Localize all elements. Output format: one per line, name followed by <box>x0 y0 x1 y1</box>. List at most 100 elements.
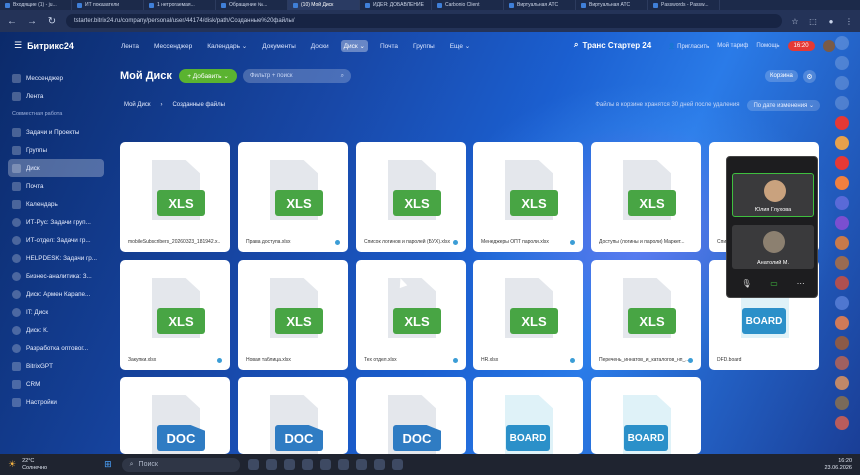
weather-widget[interactable]: 22°C Солнечно <box>22 458 102 472</box>
app-icon[interactable] <box>355 459 367 470</box>
topnav-item[interactable]: Почта <box>377 41 401 52</box>
app-icon[interactable] <box>247 459 259 470</box>
app-icon[interactable] <box>319 459 331 470</box>
microphone-icon[interactable]: 🎙 <box>741 279 751 288</box>
browser-tab[interactable]: (10) Мой Диск <box>288 0 360 10</box>
search-icon[interactable]: ⌕ <box>574 40 578 50</box>
contact-avatar[interactable] <box>834 136 849 150</box>
sidebar-item[interactable]: Диск <box>8 159 104 177</box>
app-icon[interactable] <box>391 459 403 470</box>
invite-button[interactable]: 👤 Пригласить <box>668 43 709 50</box>
call-participant-tile[interactable]: Анатолий М. <box>732 225 814 269</box>
back-icon[interactable]: ← <box>6 15 18 27</box>
topnav-item[interactable]: Календарь ⌄ <box>204 40 250 52</box>
file-card[interactable]: DOC <box>238 377 348 454</box>
contact-avatar[interactable] <box>834 176 849 190</box>
app-icon[interactable] <box>283 459 295 470</box>
topnav-item[interactable]: Доски <box>308 41 332 52</box>
screen-share-icon[interactable]: ▭ <box>770 279 778 288</box>
app-logo[interactable]: ☰ Битрикс24 <box>14 40 74 51</box>
sidebar-item[interactable]: IT: Диск <box>8 303 104 321</box>
app-icon[interactable] <box>265 459 277 470</box>
contact-avatar[interactable] <box>834 196 849 210</box>
reload-icon[interactable]: ↻ <box>46 15 58 27</box>
file-card[interactable]: XLS mobileSubscribers_20260323_181942.x..… <box>120 142 230 252</box>
browser-tab[interactable]: ИТ показатели <box>72 0 144 10</box>
trash-button[interactable]: Корзина <box>765 70 798 82</box>
file-card[interactable]: DOC <box>356 377 466 454</box>
hamburger-icon[interactable]: ☰ <box>14 40 22 51</box>
sidebar-item[interactable]: Мессенджер <box>8 69 104 87</box>
contact-avatar[interactable] <box>834 416 849 430</box>
contact-avatar[interactable] <box>834 376 849 390</box>
sidebar-item[interactable]: Диск: Армен Карапе... <box>8 285 104 303</box>
contact-avatar[interactable] <box>834 236 849 250</box>
sidebar-item[interactable]: Настройки <box>8 393 104 411</box>
breadcrumb-item[interactable]: Созданные файлы <box>172 102 224 108</box>
sidebar-item[interactable]: Лента <box>8 87 104 105</box>
quick-action-icon[interactable] <box>834 96 849 110</box>
browser-tab[interactable]: Входящие (1) - ju... <box>0 0 72 10</box>
file-card[interactable]: DOC <box>120 377 230 454</box>
file-card[interactable]: XLS Новая таблица.xlsx <box>238 260 348 370</box>
gear-icon[interactable]: ⚙ <box>803 70 816 83</box>
sidebar-item[interactable]: Диск: К. <box>8 321 104 339</box>
more-icon[interactable]: ⋯ <box>797 279 805 288</box>
contact-avatar[interactable] <box>834 216 849 230</box>
browser-tab[interactable]: Виртуальная АТС <box>504 0 576 10</box>
browser-tab[interactable]: Passwords - Passw... <box>648 0 720 10</box>
search-icon[interactable]: ⌕ <box>341 73 344 80</box>
app-icon[interactable] <box>301 459 313 470</box>
video-call-window[interactable]: Юлия Глухова Анатолий М. 🎙 ▭ ⋯ <box>726 156 818 298</box>
call-participant-tile[interactable]: Юлия Глухова <box>732 173 814 217</box>
topnav-item[interactable]: Лента <box>118 41 142 52</box>
contact-avatar[interactable] <box>834 336 849 350</box>
sidebar-item[interactable]: Календарь <box>8 195 104 213</box>
sidebar-item[interactable]: BitrixGPT <box>8 357 104 375</box>
windows-start-icon[interactable]: ⊞ <box>104 459 112 470</box>
sidebar-item[interactable]: Группы <box>8 141 104 159</box>
add-button[interactable]: + Добавить ⌄ <box>179 69 237 83</box>
file-card[interactable]: XLS Менеджеры ОПТ пароли.xlsx <box>473 142 583 252</box>
quick-action-icon[interactable] <box>834 56 849 70</box>
star-icon[interactable]: ☆ <box>790 16 800 26</box>
app-icon[interactable] <box>373 459 385 470</box>
topnav-item[interactable]: Мессенджер <box>151 41 195 52</box>
quick-action-icon[interactable] <box>834 76 849 90</box>
contact-avatar[interactable] <box>834 256 849 270</box>
file-card[interactable]: XLS Перечень_иннатов_и_каталогов_нп_... <box>591 260 701 370</box>
menu-icon[interactable]: ⋮ <box>844 16 854 26</box>
forward-icon[interactable]: → <box>26 15 38 27</box>
extensions-icon[interactable]: ⬚ <box>808 16 818 26</box>
contact-avatar[interactable] <box>834 276 849 290</box>
file-card[interactable]: BOARD <box>473 377 583 454</box>
file-card[interactable]: XLS HR.xlsx <box>473 260 583 370</box>
contact-avatar[interactable] <box>834 156 849 170</box>
sidebar-item[interactable]: ИТ-отдел: Задачи гр... <box>8 231 104 249</box>
app-icon[interactable] <box>337 459 349 470</box>
file-card[interactable]: XLS Список логинов и паролей (БУХ).xlsx <box>356 142 466 252</box>
sidebar-item[interactable]: CRM <box>8 375 104 393</box>
quick-action-icon[interactable] <box>834 36 849 50</box>
topnav-item[interactable]: Документы <box>259 41 299 52</box>
sidebar-item[interactable]: Почта <box>8 177 104 195</box>
sort-dropdown[interactable]: По дате изменения ⌄ <box>747 99 820 111</box>
browser-tab[interactable]: Carbonio Client <box>432 0 504 10</box>
sidebar-item[interactable]: Разработка оптовог... <box>8 339 104 357</box>
contact-avatar[interactable] <box>834 316 849 330</box>
file-card[interactable]: XLS Тех отдел.xlsx <box>356 260 466 370</box>
my-plan-button[interactable]: Мой тариф <box>717 43 748 49</box>
sidebar-item[interactable]: ИТ-Рус: Задачи груп... <box>8 213 104 231</box>
file-card[interactable]: XLS Доступы (логины и пароли) Маркет... <box>591 142 701 252</box>
sidebar-item[interactable]: Бизнес-аналитика: З... <box>8 267 104 285</box>
help-button[interactable]: Помощь <box>756 43 779 49</box>
contact-avatar[interactable] <box>834 356 849 370</box>
taskbar-search-input[interactable]: ⌕ Поиск <box>121 457 240 472</box>
browser-tab[interactable]: ИДЕЯ: ДОБАВЛЕНИЕ <box>360 0 432 10</box>
topnav-item[interactable]: Еще ⌄ <box>447 40 473 52</box>
file-card[interactable]: BOARD <box>591 377 701 454</box>
browser-tab[interactable]: Обращение №... <box>216 0 288 10</box>
system-clock[interactable]: 16:20 23.06.2026 <box>824 458 852 472</box>
browser-tab[interactable]: Виртуальная АТС <box>576 0 648 10</box>
contact-avatar[interactable] <box>834 296 849 310</box>
